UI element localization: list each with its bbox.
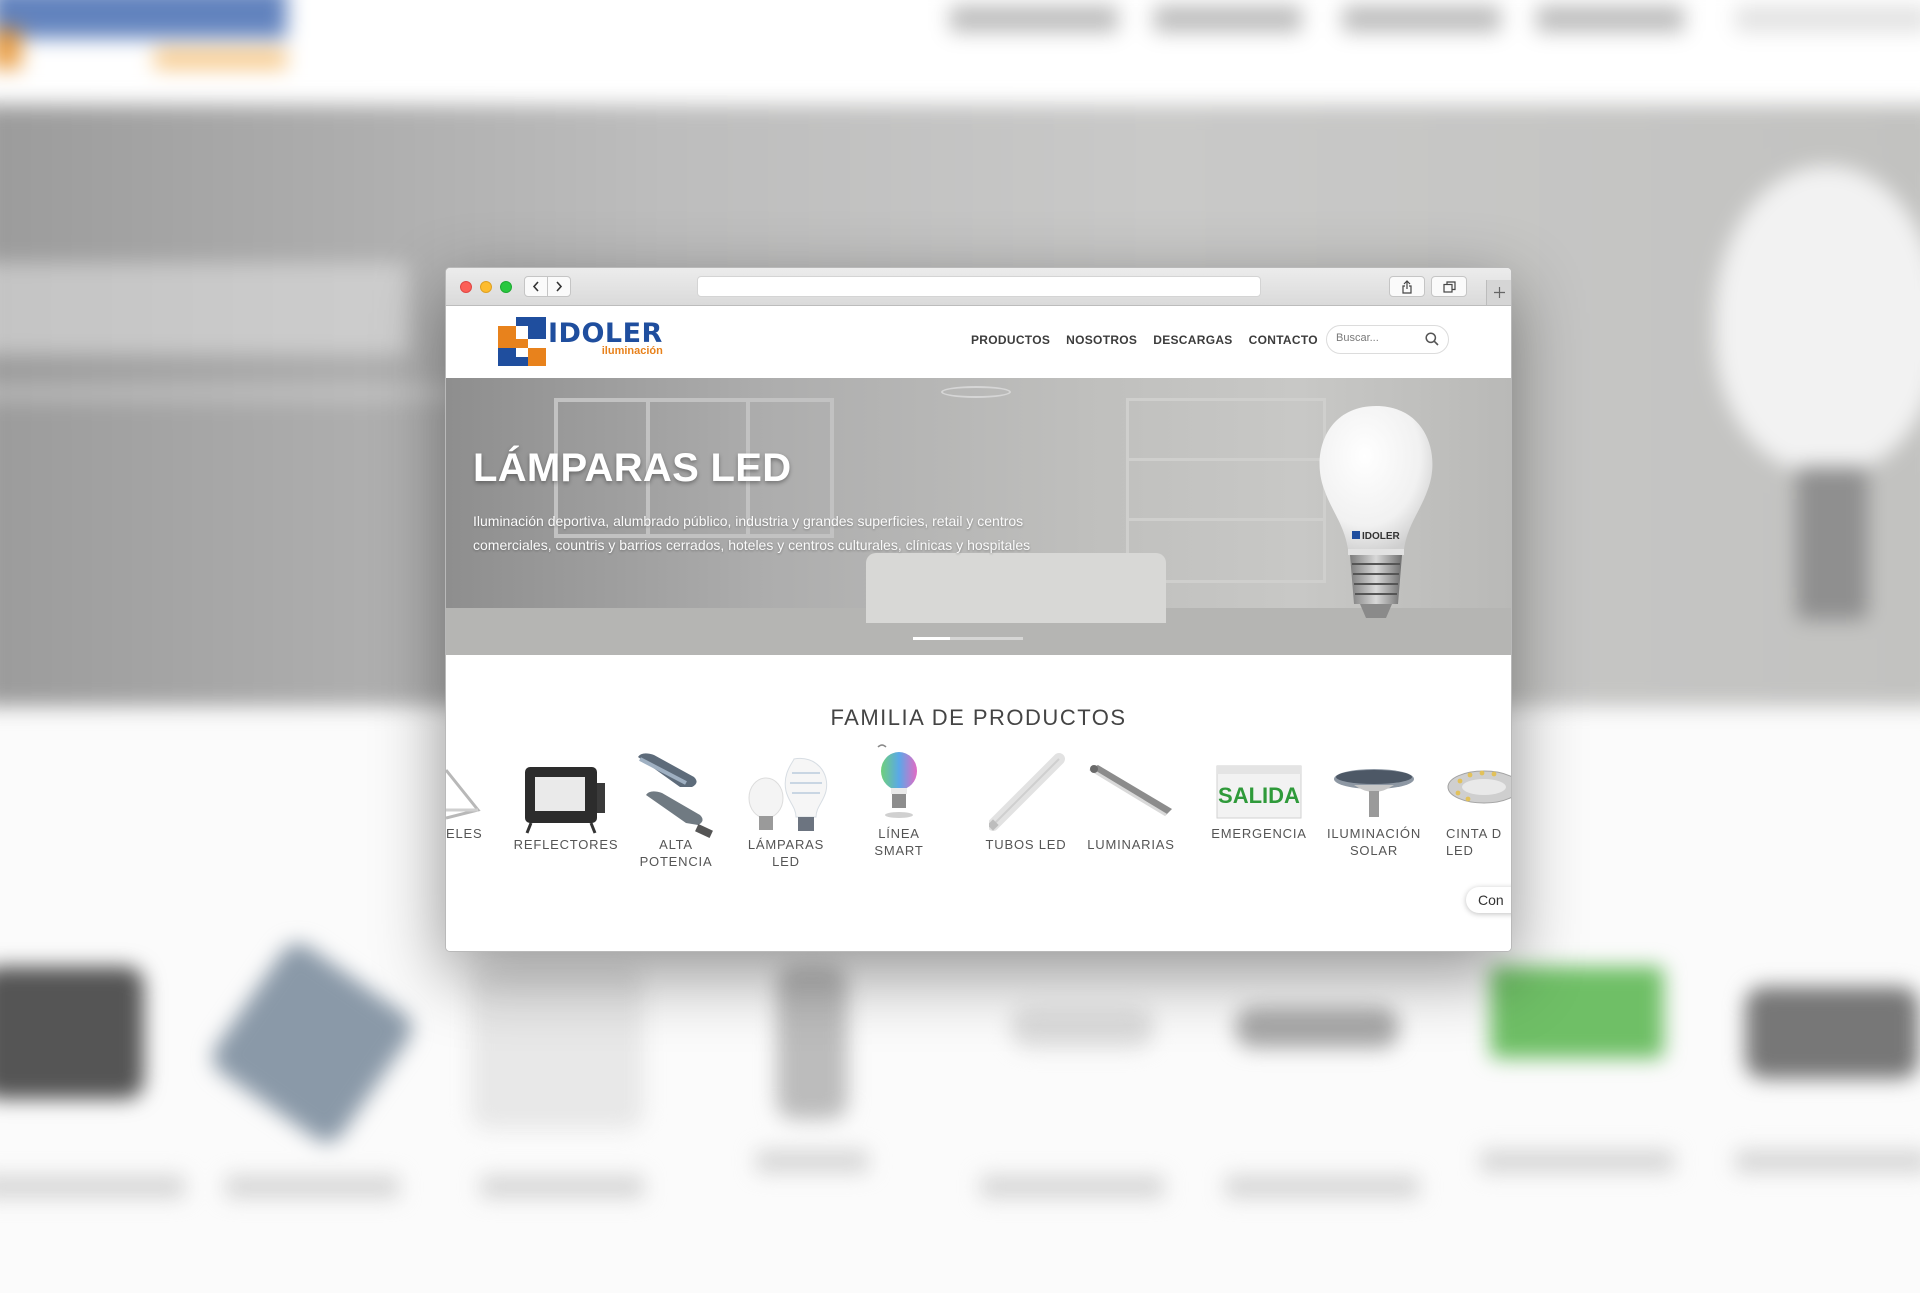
bg-search bbox=[1735, 5, 1920, 33]
bg-hero-title bbox=[0, 262, 410, 355]
nav-productos[interactable]: PRODUCTOS bbox=[971, 333, 1050, 347]
streetlight-icon[interactable] bbox=[634, 751, 718, 839]
site-logo[interactable]: IDOLER iluminación bbox=[498, 317, 663, 367]
share-icon bbox=[1402, 279, 1412, 294]
bg-nav-item bbox=[1153, 5, 1302, 33]
ceiling-lamp bbox=[941, 386, 1011, 398]
chat-label: Con bbox=[1478, 892, 1504, 908]
product-label[interactable]: ALTA POTENCIA bbox=[621, 836, 731, 870]
logo-brand: IDOLER bbox=[548, 318, 663, 349]
browser-toolbar bbox=[446, 268, 1511, 306]
bg-nav-item bbox=[1536, 5, 1685, 33]
nav-contacto[interactable]: CONTACTO bbox=[1249, 333, 1318, 347]
led-bulb-image: IDOLER bbox=[1319, 406, 1433, 618]
product-label[interactable]: ILUMINACIÓN SOLAR bbox=[1314, 825, 1434, 859]
hero-description: Iluminación deportiva, alumbrado público… bbox=[473, 513, 1031, 553]
product-label[interactable]: LUMINARIAS bbox=[1076, 836, 1186, 853]
product-label[interactable]: TUBOS LED bbox=[971, 836, 1081, 853]
solar-lamp-icon[interactable] bbox=[1332, 763, 1416, 823]
bulb-brand-text: IDOLER bbox=[1362, 531, 1401, 542]
bg-label bbox=[756, 1150, 869, 1173]
slider-active-indicator[interactable] bbox=[913, 637, 950, 640]
search-icon[interactable] bbox=[1425, 332, 1439, 346]
bg-label bbox=[480, 1175, 644, 1198]
plus-icon bbox=[1493, 287, 1505, 298]
chevron-right-icon bbox=[556, 281, 563, 292]
luminaire-icon[interactable] bbox=[1086, 763, 1176, 823]
logo-mark-icon bbox=[498, 317, 546, 366]
bg-product bbox=[1490, 966, 1664, 1059]
nav-nosotros[interactable]: NOSOTROS bbox=[1066, 333, 1137, 347]
bg-logo-sub bbox=[154, 48, 287, 69]
bg-product bbox=[0, 966, 145, 1099]
products-section: FAMILIA DE PRODUCTOS ELES REFLECTORES AL… bbox=[446, 655, 1511, 951]
chevron-left-icon bbox=[532, 281, 539, 292]
search-box bbox=[1326, 325, 1449, 354]
bg-hero-text bbox=[0, 385, 512, 402]
bg-bulb-base bbox=[1796, 466, 1868, 620]
forward-button[interactable] bbox=[547, 276, 571, 297]
bg-label bbox=[1225, 1175, 1419, 1198]
site-header: IDOLER iluminación PRODUCTOS NOSOTROS DE… bbox=[446, 306, 1511, 378]
chat-widget-button[interactable]: Con bbox=[1466, 887, 1511, 913]
room-sofa bbox=[866, 553, 1166, 623]
product-label[interactable]: LÁMPARAS LED bbox=[731, 836, 841, 870]
bg-label bbox=[1735, 1150, 1920, 1173]
back-button[interactable] bbox=[524, 276, 548, 297]
new-tab-button[interactable] bbox=[1486, 280, 1511, 305]
bg-product bbox=[205, 936, 419, 1150]
bg-label bbox=[980, 1175, 1164, 1198]
shelf bbox=[1126, 518, 1326, 521]
bg-label bbox=[1480, 1150, 1674, 1173]
tabs-icon bbox=[1442, 280, 1456, 293]
product-label[interactable]: ELES bbox=[446, 825, 482, 842]
product-label[interactable]: CINTA D LED bbox=[1446, 825, 1511, 859]
maximize-window-button[interactable] bbox=[500, 281, 512, 293]
shelf bbox=[1126, 458, 1326, 461]
bg-logo-mark bbox=[0, 28, 22, 69]
hero-slider: LÁMPARAS LED Iluminación deportiva, alum… bbox=[446, 378, 1511, 655]
share-button[interactable] bbox=[1389, 276, 1425, 297]
product-label[interactable]: REFLECTORES bbox=[511, 836, 621, 853]
tube-icon[interactable] bbox=[989, 753, 1065, 833]
bg-bulb bbox=[1714, 165, 1920, 472]
led-strip-icon[interactable] bbox=[1446, 765, 1511, 811]
section-title: FAMILIA DE PRODUCTOS bbox=[830, 705, 1127, 730]
product-label[interactable]: LÍNEA SMART bbox=[844, 825, 954, 859]
exit-sign-icon[interactable]: SALIDA bbox=[1216, 765, 1302, 819]
bg-product bbox=[1011, 1007, 1154, 1048]
bg-product bbox=[776, 966, 848, 1120]
close-window-button[interactable] bbox=[460, 281, 472, 293]
bulb-icon[interactable] bbox=[746, 753, 831, 843]
floodlight-icon[interactable] bbox=[521, 765, 607, 835]
product-label[interactable]: EMERGENCIA bbox=[1204, 825, 1314, 842]
exit-sign-text: SALIDA bbox=[1218, 783, 1300, 808]
bg-product bbox=[1235, 1007, 1399, 1048]
nav-descargas[interactable]: DESCARGAS bbox=[1153, 333, 1232, 347]
bg-logo bbox=[0, 0, 287, 39]
bg-nav-item bbox=[1342, 5, 1501, 33]
bg-product bbox=[1745, 986, 1919, 1079]
smart-bulb-icon[interactable] bbox=[876, 741, 922, 821]
bg-label bbox=[225, 1175, 400, 1198]
browser-window: IDOLER iluminación PRODUCTOS NOSOTROS DE… bbox=[445, 267, 1512, 952]
minimize-window-button[interactable] bbox=[480, 281, 492, 293]
main-nav: PRODUCTOS NOSOTROS DESCARGAS CONTACTO bbox=[971, 333, 1318, 347]
hero-title: LÁMPARAS LED bbox=[473, 446, 792, 490]
address-bar[interactable] bbox=[697, 276, 1261, 297]
bg-nav-item bbox=[949, 5, 1119, 33]
panel-icon[interactable] bbox=[446, 760, 486, 820]
search-input[interactable] bbox=[1336, 332, 1416, 344]
bg-product bbox=[470, 966, 644, 1130]
tabs-overview-button[interactable] bbox=[1431, 276, 1467, 297]
bg-label bbox=[0, 1175, 185, 1198]
